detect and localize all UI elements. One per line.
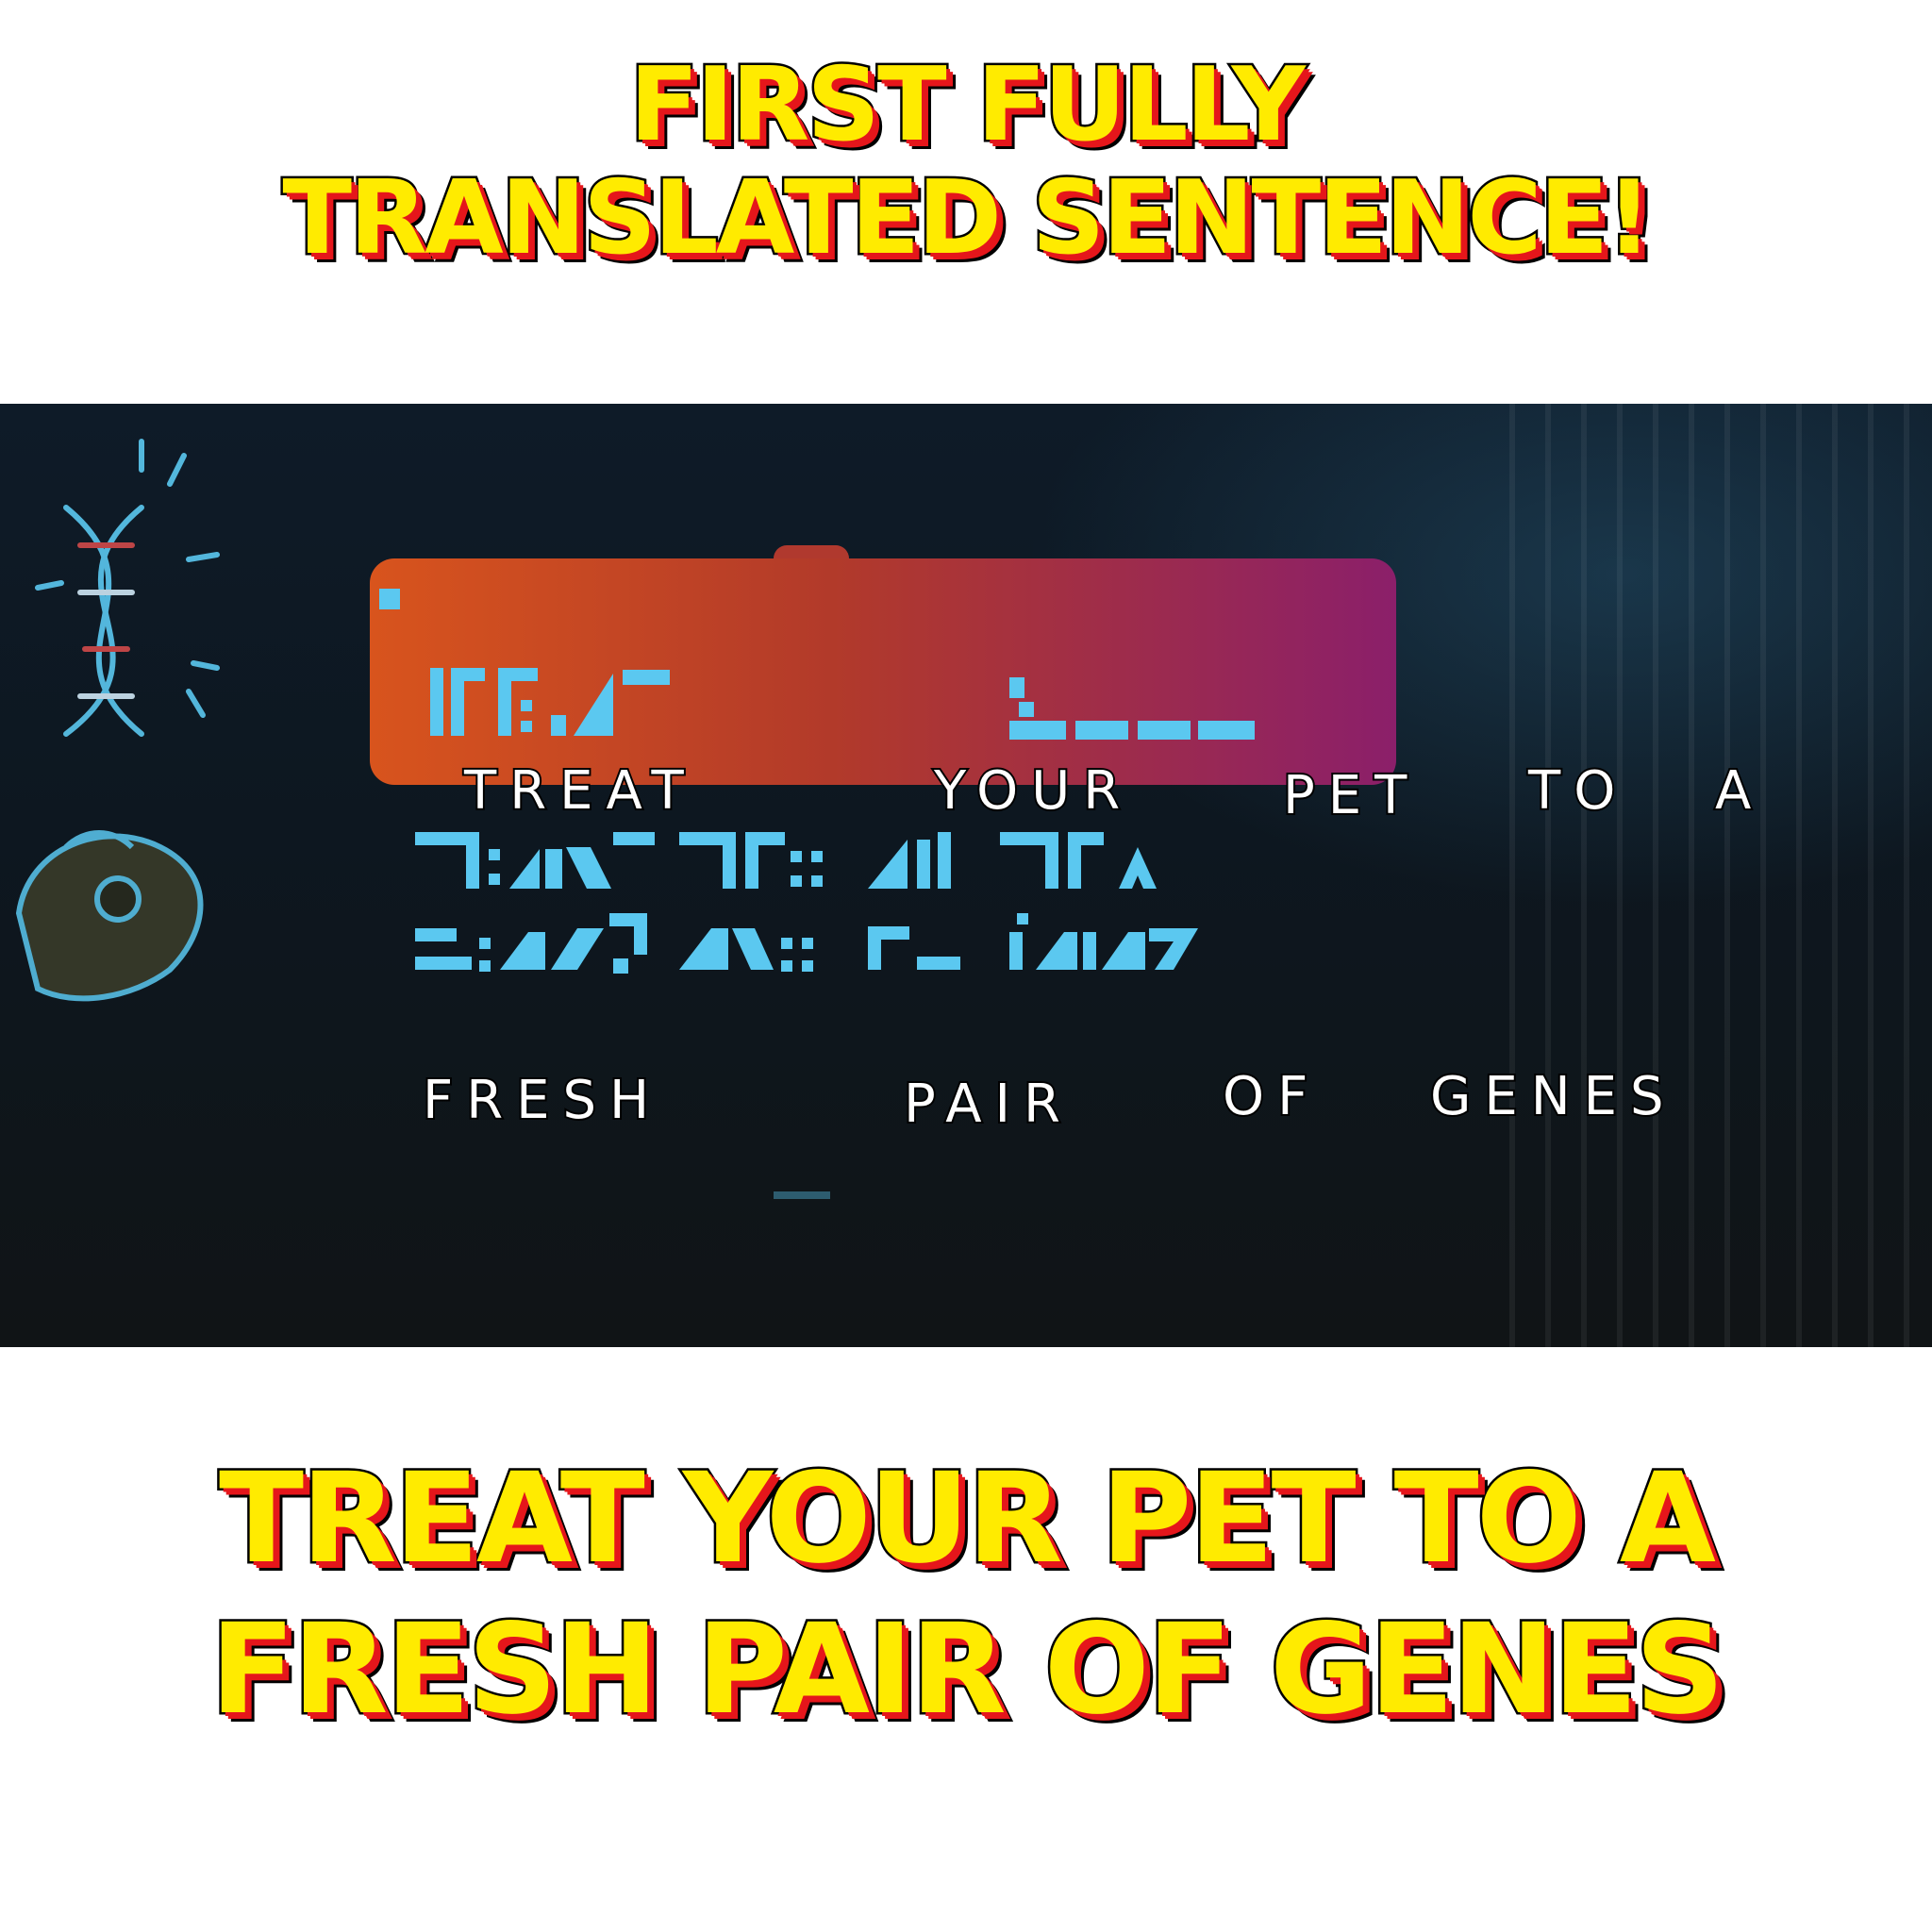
caption-of: OF [1221,1064,1322,1129]
caption-genes: GENES [1428,1064,1677,1129]
bottom-title-line-2: FRESH PAIR OF GENES [208,1595,1727,1745]
bottom-title-line-1: TREAT YOUR PET TO A [217,1444,1719,1594]
bottom-title: TREAT YOUR PET TO A FRESH PAIR OF GENES [0,1443,1932,1745]
game-screenshot: TREAT YOUR PET TO A FRESH PAIR OF GENES [0,404,1932,1347]
caption-your: YOUR [932,758,1134,824]
caption-treat: TREAT [462,758,697,824]
caption-pet: PET [1281,763,1421,828]
caption-pair: PAIR [902,1072,1074,1137]
alien-glyph-text [379,589,1255,1199]
caption-fresh: FRESH [421,1068,663,1133]
top-title-line-1: FIRST FULLY [627,46,1308,164]
caption-a: A [1713,758,1765,824]
top-title-line-2: TRANSLATED SENTENCE! [280,159,1655,277]
caption-to: TO [1526,758,1629,824]
top-title: FIRST FULLY TRANSLATED SENTENCE! [0,46,1932,277]
